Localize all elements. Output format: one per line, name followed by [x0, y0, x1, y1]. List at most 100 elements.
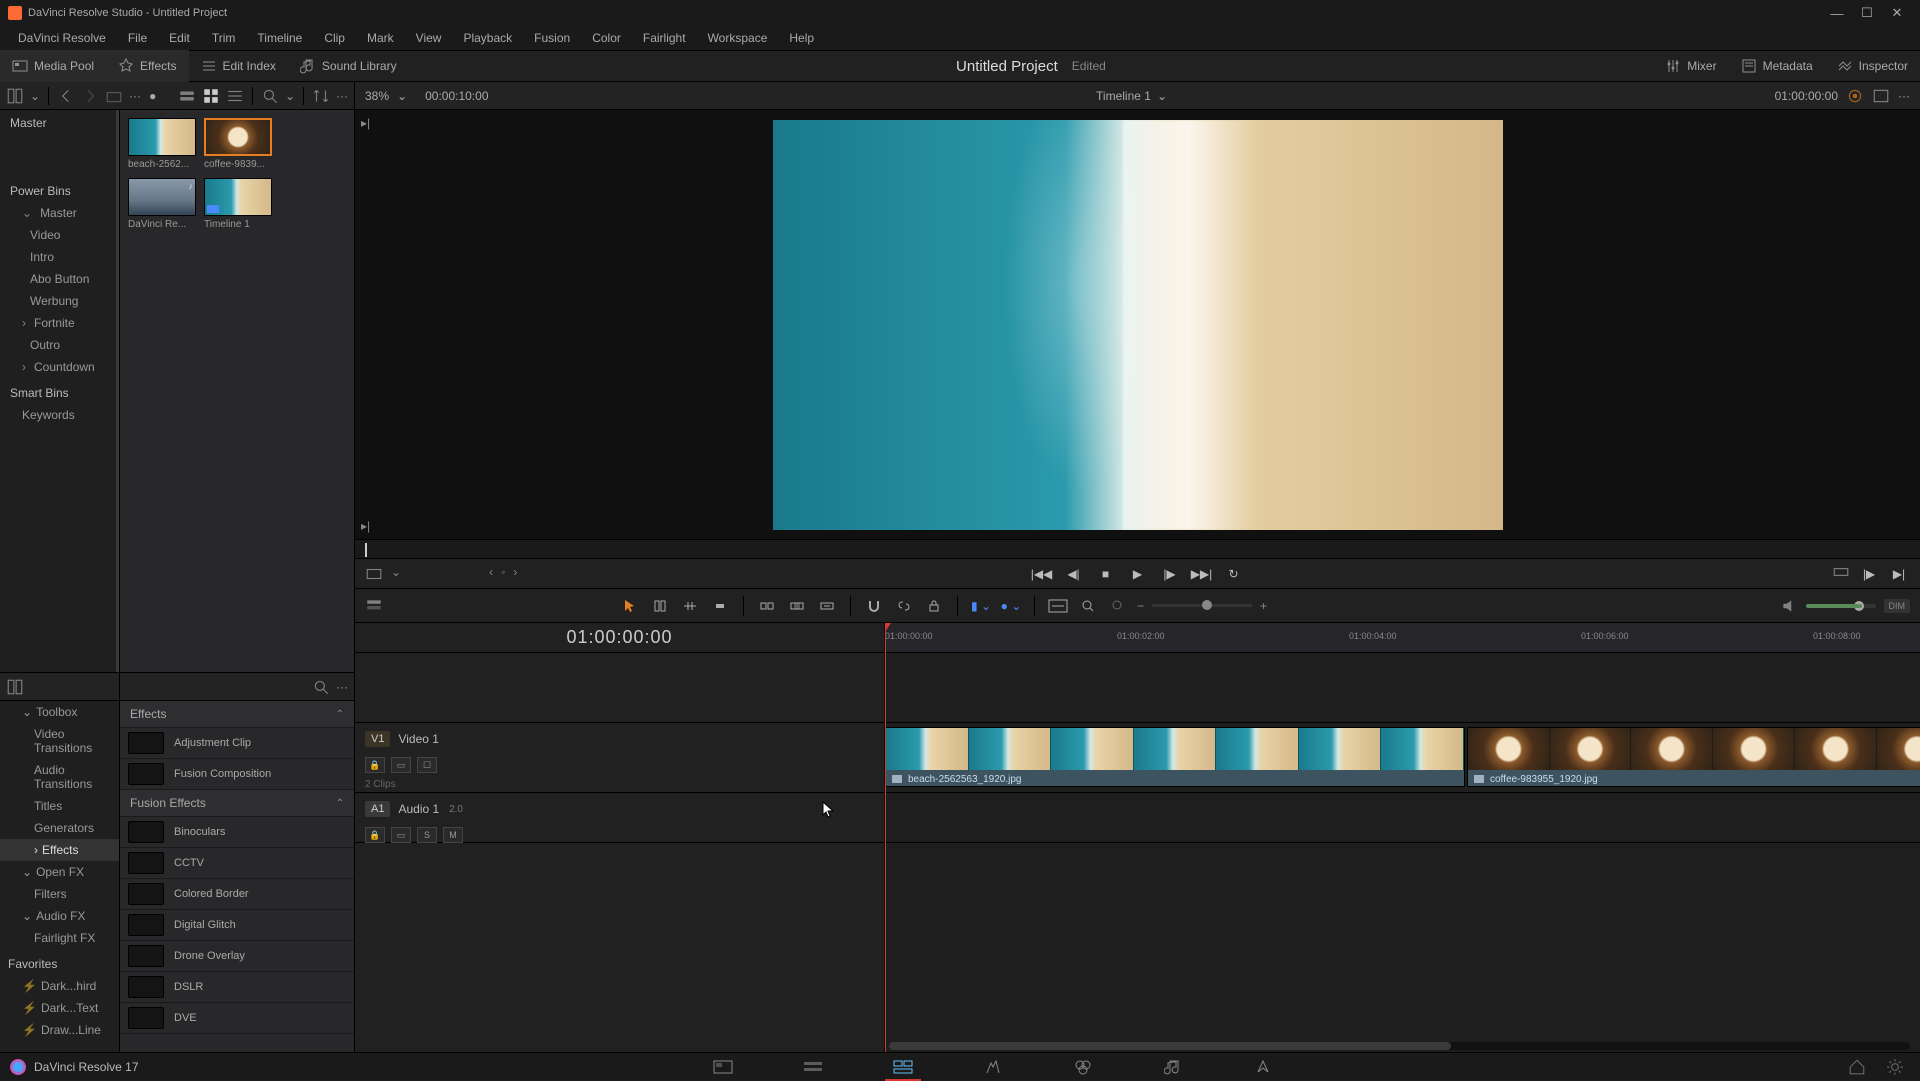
bin-view-icon[interactable]	[6, 87, 24, 105]
marker-prev[interactable]: ‹	[489, 565, 493, 583]
slate-icon[interactable]	[105, 87, 123, 105]
prev-frame-button[interactable]: ◀|	[1063, 563, 1085, 585]
fx-node-audio-transitions[interactable]: Audio Transitions	[0, 759, 119, 795]
fx-pane-icon[interactable]	[6, 678, 24, 696]
menu-mark[interactable]: Mark	[357, 29, 404, 47]
solo[interactable]: S	[417, 827, 437, 843]
match-frame-icon[interactable]	[365, 565, 383, 583]
clip-beach-2562-[interactable]: beach-2562...	[128, 118, 196, 170]
nav-back-icon[interactable]	[57, 87, 75, 105]
menu-color[interactable]: Color	[582, 29, 631, 47]
trim-tool[interactable]	[649, 595, 671, 617]
pool-menu[interactable]: ···	[336, 89, 348, 103]
blade-tool[interactable]	[709, 595, 731, 617]
marker-next[interactable]: ›	[513, 565, 517, 583]
list-view-icon[interactable]	[226, 87, 244, 105]
clip-Timeline-1[interactable]: Timeline 1	[204, 178, 272, 230]
effects-category[interactable]: Effects	[120, 701, 354, 728]
viewer-menu[interactable]: ···	[1898, 89, 1910, 103]
inspector-toggle[interactable]: Inspector	[1825, 50, 1920, 82]
settings-icon[interactable]	[1886, 1058, 1904, 1076]
mixer-toggle[interactable]: Mixer	[1653, 50, 1728, 82]
menu-playback[interactable]: Playback	[453, 29, 522, 47]
search-dropdown[interactable]: ⌄	[285, 89, 295, 103]
last-frame-button[interactable]: ▶▶|	[1191, 563, 1213, 585]
metadata-toggle[interactable]: Metadata	[1729, 50, 1825, 82]
fairlight-page[interactable]	[1128, 1053, 1218, 1081]
menu-fusion[interactable]: Fusion	[524, 29, 580, 47]
media-pool-toggle[interactable]: Media Pool	[0, 50, 106, 82]
thumb-grid-icon[interactable]	[202, 87, 220, 105]
bin-countdown[interactable]: Countdown	[0, 356, 119, 378]
mute[interactable]: M	[443, 827, 463, 843]
menu-timeline[interactable]: Timeline	[247, 29, 312, 47]
timeline-viewer[interactable]: ▸| ▸|	[355, 110, 1920, 539]
fav-Dark-Text[interactable]: ⚡Dark...Text	[0, 997, 119, 1019]
mute-icon[interactable]	[1780, 597, 1798, 615]
fusion-fx-binoculars[interactable]: Binoculars	[120, 817, 354, 848]
menu-file[interactable]: File	[118, 29, 157, 47]
volume-slider[interactable]	[1806, 604, 1876, 608]
lock-track[interactable]: 🔒	[365, 757, 385, 773]
full-extent-icon[interactable]	[1047, 595, 1069, 617]
timeline-clip[interactable]: coffee-983955_1920.jpg	[1467, 727, 1920, 787]
clip-DaVinci-Re-[interactable]: ♪DaVinci Re...	[128, 178, 196, 230]
fx-menu[interactable]: ···	[336, 680, 348, 694]
bin-intro[interactable]: Intro	[0, 246, 119, 268]
edit-index-toggle[interactable]: Edit Index	[189, 50, 288, 82]
menu-trim[interactable]: Trim	[202, 29, 246, 47]
track-tag[interactable]: V1	[365, 731, 390, 747]
cut-page[interactable]	[768, 1053, 858, 1081]
openfx-node[interactable]: Open FX	[0, 861, 119, 883]
marker-dot[interactable]: ◦	[501, 565, 505, 583]
track-header-v1[interactable]: V1Video 1🔒▭☐2 Clips	[355, 723, 884, 793]
loop-button[interactable]: ↻	[1223, 563, 1245, 585]
bin-video[interactable]: Video	[0, 224, 119, 246]
first-frame-button[interactable]: |◀◀	[1031, 563, 1053, 585]
match-frame-dd[interactable]: ⌄	[391, 565, 401, 583]
bin-abo-button[interactable]: Abo Button	[0, 268, 119, 290]
audio-lane[interactable]	[885, 793, 1920, 843]
marker-tool[interactable]: ● ⌄	[1000, 595, 1022, 617]
zoom-out[interactable]: −	[1137, 599, 1144, 613]
edit-page[interactable]	[858, 1053, 948, 1081]
replace-tool[interactable]	[816, 595, 838, 617]
zoom-slider[interactable]	[1152, 604, 1252, 607]
deliver-page[interactable]	[1218, 1053, 1308, 1081]
menu-fairlight[interactable]: Fairlight	[633, 29, 696, 47]
viewer-zoom-dd[interactable]: ⌄	[397, 89, 407, 103]
fusion-fx-dve[interactable]: DVE	[120, 1003, 354, 1034]
timeline-clip[interactable]: beach-2562563_1920.jpg	[885, 727, 1465, 787]
disable-video[interactable]: ☐	[417, 757, 437, 773]
timeline-scrollbar[interactable]	[889, 1042, 1910, 1050]
menu-davinci-resolve[interactable]: DaVinci Resolve	[8, 29, 116, 47]
dim-button[interactable]: DIM	[1884, 599, 1911, 613]
video-lane[interactable]: beach-2562563_1920.jpgcoffee-983955_1920…	[885, 723, 1920, 793]
master-bin[interactable]: Master	[0, 110, 119, 136]
fusion-page[interactable]	[948, 1053, 1038, 1081]
menu-view[interactable]: View	[406, 29, 452, 47]
effects-toggle[interactable]: Effects	[106, 50, 188, 82]
snapping-tool[interactable]	[863, 595, 885, 617]
track-tag[interactable]: A1	[365, 801, 390, 817]
in-handle-icon[interactable]: ▸|	[361, 116, 370, 130]
sound-library-toggle[interactable]: Sound Library	[288, 50, 409, 82]
effect-adjustment-clip[interactable]: Adjustment Clip	[120, 728, 354, 759]
stop-button[interactable]: ■	[1095, 563, 1117, 585]
fairlight-fx[interactable]: Fairlight FX	[0, 927, 119, 949]
fusion-fx-dslr[interactable]: DSLR	[120, 972, 354, 1003]
in-out-icon[interactable]	[1832, 563, 1850, 581]
scrubber-playhead[interactable]	[365, 543, 367, 557]
fx-node-titles[interactable]: Titles	[0, 795, 119, 817]
timeline-tracks[interactable]: 01:00:00:0001:00:02:0001:00:04:0001:00:0…	[885, 623, 1920, 1052]
menu-clip[interactable]: Clip	[314, 29, 355, 47]
lock-track[interactable]: 🔒	[365, 827, 385, 843]
timeline-tc[interactable]: 01:00:00:00	[535, 627, 705, 648]
auto-select[interactable]: ▭	[391, 827, 411, 843]
lock-tool[interactable]	[923, 595, 945, 617]
play-button[interactable]: ▶	[1127, 563, 1149, 585]
fx-search-icon[interactable]	[312, 678, 330, 696]
bin-outro[interactable]: Outro	[0, 334, 119, 356]
fusion-fx-drone-overlay[interactable]: Drone Overlay	[120, 941, 354, 972]
timeline-name[interactable]: Timeline 1	[1096, 89, 1151, 103]
